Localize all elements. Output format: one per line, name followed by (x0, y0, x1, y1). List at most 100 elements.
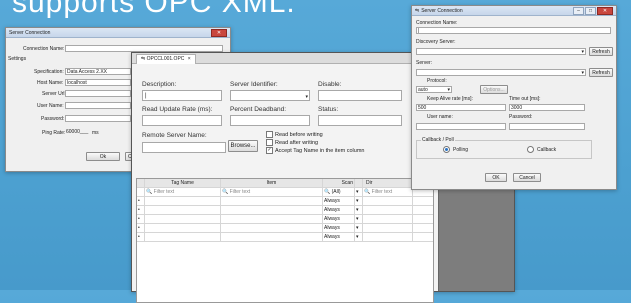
callback-poll-legend: Callback / Poll (421, 137, 455, 143)
scan-dropdown[interactable]: ▾ (355, 206, 363, 214)
tag-name-cell[interactable] (145, 197, 221, 205)
scan-cell[interactable]: Always (323, 197, 355, 205)
server-select[interactable]: ▾ (416, 69, 586, 76)
accept-tag-name-checkbox[interactable]: ✓ Accept Tag Name in the item column (266, 147, 364, 154)
tag-name-cell[interactable] (145, 206, 221, 214)
read-after-writing-checkbox[interactable]: Read after writing (266, 139, 318, 146)
scan-cell[interactable]: Always (323, 206, 355, 214)
scan-dropdown[interactable]: ▾ (355, 215, 363, 223)
disable-input[interactable] (318, 90, 402, 101)
table-row[interactable]: • Always ▾ (137, 197, 433, 206)
tab-opccl001[interactable]: ⇋ OPCCL001.OPC × (136, 54, 196, 64)
read-before-writing-checkbox[interactable]: Read before writing (266, 131, 323, 138)
dir-cell[interactable] (363, 215, 413, 223)
scan-dropdown[interactable]: ▾ (355, 197, 363, 205)
filter-row-selector (137, 188, 145, 196)
specification-label: Specification: (34, 69, 64, 75)
refresh-server-button[interactable]: Refresh (589, 68, 613, 77)
dir-cell[interactable] (363, 224, 413, 232)
item-cell[interactable] (221, 206, 323, 214)
browse-button[interactable]: Browse... (228, 140, 258, 152)
user-name-input[interactable] (65, 102, 131, 109)
table-row[interactable]: • Always ▾ (137, 233, 433, 242)
item-cell[interactable] (221, 215, 323, 223)
dir-filter[interactable]: 🔍 Filter text (363, 188, 413, 196)
close-icon[interactable]: ✕ (211, 28, 227, 37)
scan-cell[interactable]: Always (323, 233, 355, 241)
scan-filter[interactable]: 🔍 (All) (323, 188, 355, 196)
callback-radio[interactable]: Callback (527, 146, 556, 153)
table-row[interactable]: • Always ▾ (137, 206, 433, 215)
scan-dropdown[interactable]: ▾ (355, 224, 363, 232)
scan-filter-value: (All) (331, 189, 341, 195)
connection-name-input[interactable]: | (416, 27, 611, 34)
polling-label: Polling (453, 146, 469, 153)
polling-radio[interactable]: Polling (443, 146, 468, 153)
timeout-input[interactable]: 3000 (509, 104, 585, 111)
read-update-rate-input[interactable] (142, 115, 222, 126)
dir-cell[interactable] (363, 206, 413, 214)
description-input[interactable]: | (142, 90, 222, 101)
status-input[interactable] (318, 115, 402, 126)
close-icon[interactable]: ✕ (597, 6, 613, 15)
dir-cell[interactable] (363, 233, 413, 241)
tab-strip: ⇋ OPCCL001.OPC × (132, 53, 438, 64)
grid-header-scan[interactable]: Scan (323, 179, 355, 187)
item-cell[interactable] (221, 224, 323, 232)
host-name-label: Host Name: (37, 80, 64, 86)
dir-cell[interactable] (363, 197, 413, 205)
settings-label: Settings (8, 56, 27, 62)
ok-button[interactable]: OK (485, 173, 507, 182)
options-button[interactable]: Options... (480, 85, 508, 94)
server-identifier-label: Server Identifier: (230, 81, 278, 88)
scan-filter-dropdown[interactable]: ▾ (355, 188, 363, 196)
tab-close-icon[interactable]: × (188, 56, 191, 62)
server-identifier-select[interactable]: ▾ (230, 90, 310, 101)
specification-value: Data Access 2.XX (67, 69, 108, 75)
percent-deadband-input[interactable] (230, 115, 310, 126)
item-filter[interactable]: 🔍 Filter text (221, 188, 323, 196)
item-cell[interactable] (221, 197, 323, 205)
scan-cell[interactable]: Always (323, 215, 355, 223)
item-cell[interactable] (221, 233, 323, 241)
specification-select[interactable]: Data Access 2.XX (65, 68, 131, 75)
grid-header-item[interactable]: Item (221, 179, 323, 187)
callback-poll-group: Callback / Poll Polling Callback (416, 137, 592, 159)
grid-header-tag-name[interactable]: Tag Name (145, 179, 221, 187)
ok-button[interactable]: Ok (86, 152, 120, 161)
host-name-input[interactable]: localhost (65, 79, 131, 86)
window-titlebar: ⇋ Server Connection – □ ✕ (412, 6, 616, 16)
server-url-label: Server Url: (42, 91, 66, 97)
maximize-icon[interactable]: □ (585, 6, 596, 15)
description-label: Description: (142, 81, 177, 88)
scan-cell[interactable]: Always (323, 224, 355, 232)
cancel-button[interactable]: Cancel (513, 173, 541, 182)
tag-name-cell[interactable] (145, 233, 221, 241)
table-row[interactable]: • Always ▾ (137, 224, 433, 233)
protocol-select[interactable]: auto ▾ (416, 86, 452, 93)
password-input[interactable] (65, 115, 131, 122)
row-indicator: • (137, 215, 145, 223)
user-name-input[interactable] (416, 123, 506, 130)
tag-name-cell[interactable] (145, 224, 221, 232)
tag-name-filter[interactable]: 🔍 Filter text (145, 188, 221, 196)
window-titlebar: Server Connection ✕ (6, 28, 230, 38)
connection-name-input[interactable] (65, 45, 223, 52)
filter-placeholder: Filter text (371, 189, 393, 195)
server-label: Server: (416, 60, 433, 66)
table-row[interactable]: • Always ▾ (137, 215, 433, 224)
ping-rate-input[interactable]: 60000___ (65, 129, 89, 136)
disable-label: Disable: (318, 81, 342, 88)
server-url-input[interactable] (65, 90, 131, 97)
user-name-label: User Name: (37, 103, 64, 109)
remote-server-name-input[interactable] (142, 142, 226, 153)
minimize-icon[interactable]: – (573, 6, 584, 15)
password-input[interactable] (509, 123, 585, 130)
grid-header-dir[interactable]: Dir (363, 179, 413, 187)
keepalive-input[interactable]: 500 (416, 104, 506, 111)
discovery-server-select[interactable]: ▾ (416, 48, 586, 55)
grid-header-spacer (355, 179, 363, 187)
tag-name-cell[interactable] (145, 215, 221, 223)
refresh-discovery-button[interactable]: Refresh (589, 47, 613, 56)
scan-dropdown[interactable]: ▾ (355, 233, 363, 241)
